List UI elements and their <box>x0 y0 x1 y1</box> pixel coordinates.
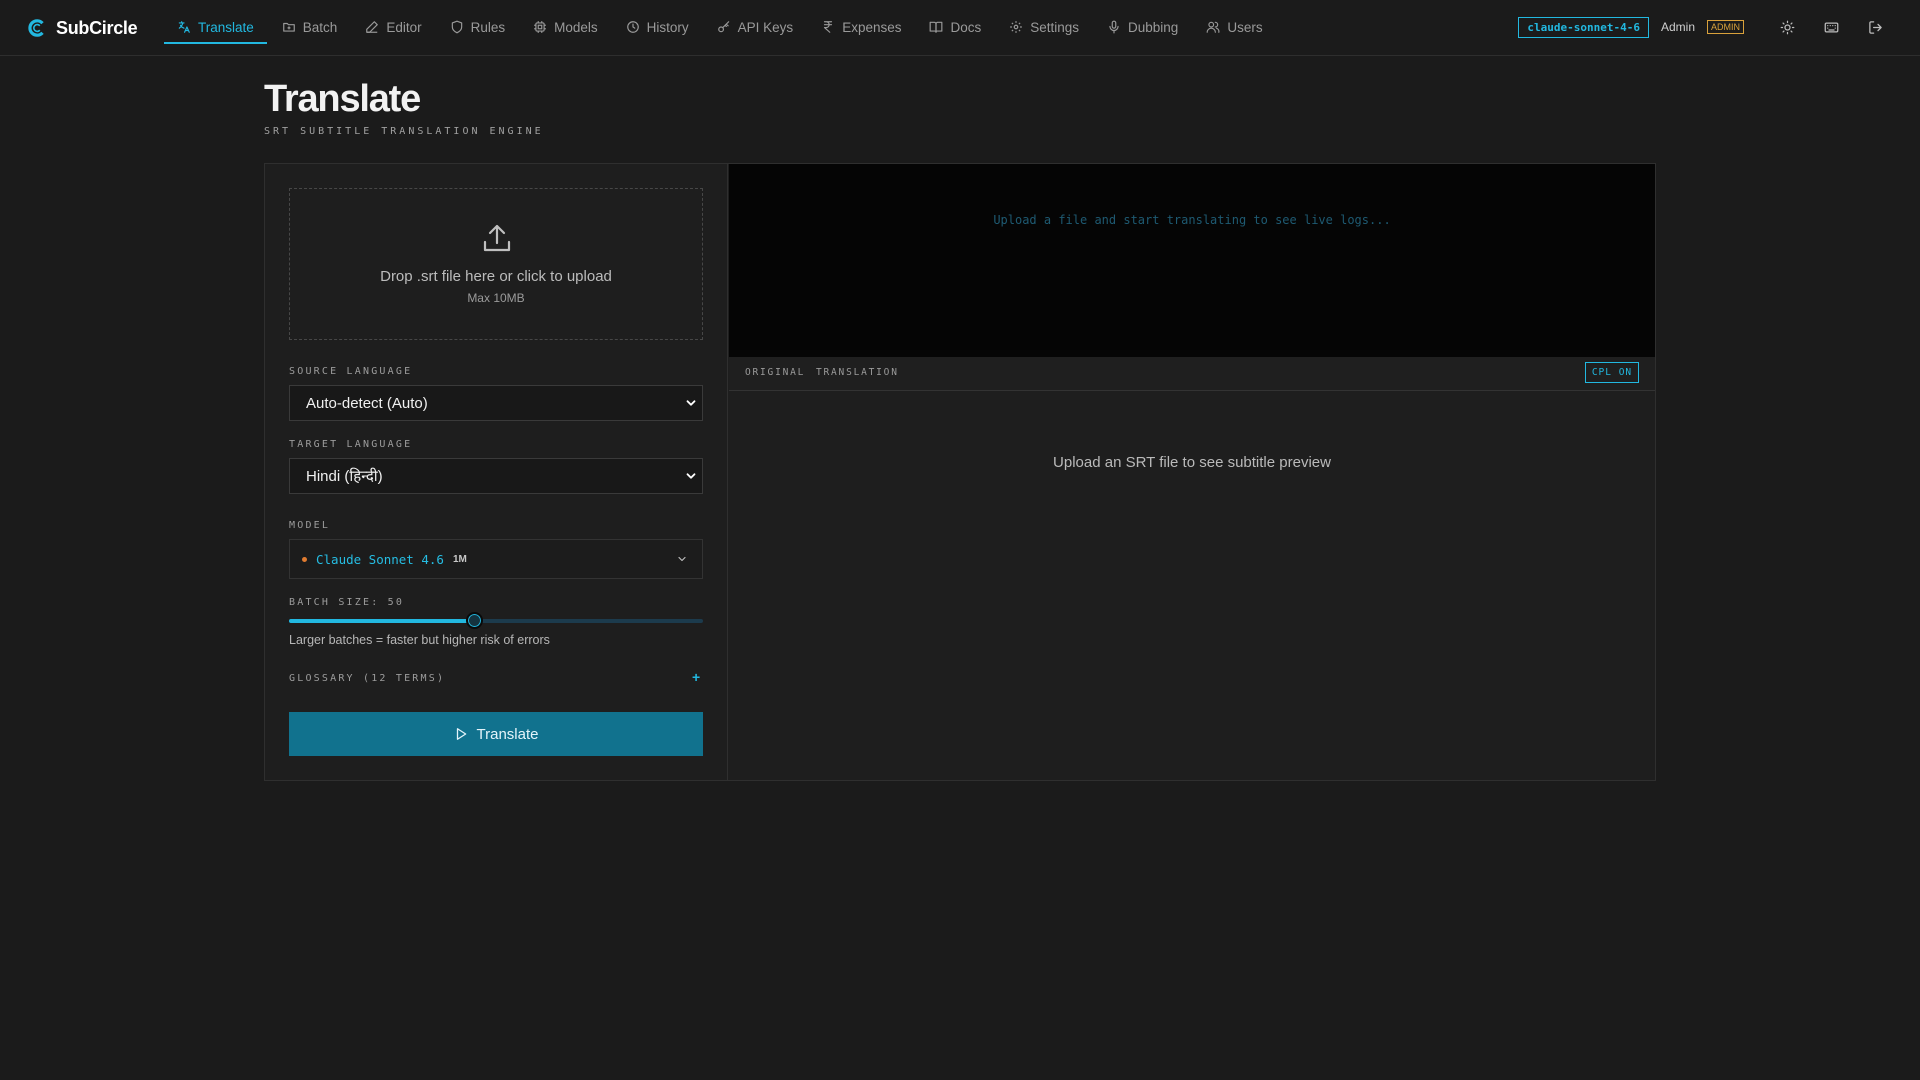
source-language-label: SOURCE LANGUAGE <box>289 366 413 377</box>
nav-users[interactable]: Users <box>1193 12 1275 44</box>
batch-size-slider-thumb[interactable] <box>466 612 484 629</box>
theme-toggle-button[interactable] <box>1772 12 1802 42</box>
circle-logo-icon <box>28 19 44 37</box>
translate-button[interactable]: Translate <box>289 712 703 756</box>
logout-button[interactable] <box>1860 12 1890 42</box>
mic-icon <box>1109 20 1119 34</box>
keyboard-icon <box>1824 22 1838 32</box>
tab-translation[interactable]: TRANSLATION <box>816 367 899 378</box>
translate-card: Drop .srt file here or click to upload M… <box>264 163 1656 781</box>
model-status-dot <box>302 556 307 562</box>
glossary-label: GLOSSARY (12 TERMS) <box>289 673 446 684</box>
nav-settings[interactable]: Settings <box>996 12 1092 44</box>
nav-api-keys-label: API Keys <box>737 19 794 35</box>
dropzone-prompt: Drop .srt file here or click to upload <box>380 268 612 285</box>
gear-icon <box>1010 21 1023 33</box>
key-icon <box>717 21 729 33</box>
sun-icon <box>1780 20 1794 34</box>
app-name: SubCircle <box>56 17 138 38</box>
keyboard-shortcuts-button[interactable] <box>1816 12 1846 42</box>
top-nav-bar: SubCircle Translate Batch Editor Rules M… <box>0 0 1920 56</box>
chevron-down-icon <box>686 473 696 479</box>
batch-size-help: Larger batches = faster but higher risk … <box>289 633 550 647</box>
nav-translate[interactable]: Translate <box>164 12 267 44</box>
nav-rules-label: Rules <box>470 19 506 35</box>
nav-models[interactable]: Models <box>520 12 611 44</box>
batch-size-slider-fill <box>289 619 475 623</box>
active-model-badge[interactable]: claude-sonnet-4-6 <box>1518 16 1649 38</box>
nav-dubbing[interactable]: Dubbing <box>1094 12 1191 44</box>
book-icon <box>930 21 943 33</box>
play-icon <box>456 728 466 740</box>
cpl-toggle-button[interactable]: CPL ON <box>1585 362 1639 383</box>
live-log-console[interactable]: Upload a file and start translating to s… <box>729 164 1655 357</box>
nav-translate-label: Translate <box>198 19 254 35</box>
batch-size-label: BATCH SIZE: 50 <box>289 597 405 608</box>
header-actions: claude-sonnet-4-6 Admin ADMIN <box>1518 16 1890 38</box>
preview-empty-state: Upload an SRT file to see subtitle previ… <box>1053 454 1331 471</box>
target-language-select[interactable]: Hindi (हिन्दी) <box>289 458 703 494</box>
nav-history[interactable]: History <box>613 12 702 44</box>
logout-icon <box>1868 20 1882 34</box>
folder-icon <box>282 22 295 32</box>
chevron-down-icon <box>686 400 696 406</box>
settings-panel: Drop .srt file here or click to upload M… <box>265 164 728 780</box>
target-language-label: TARGET LANGUAGE <box>289 439 413 450</box>
log-placeholder: Upload a file and start translating to s… <box>993 213 1391 227</box>
user-name: Admin <box>1660 20 1695 34</box>
app-logo[interactable]: SubCircle <box>27 15 138 41</box>
preview-tabs: ORIGINAL TRANSLATION CPL ON <box>729 357 1655 391</box>
nav-dubbing-label: Dubbing <box>1128 19 1179 35</box>
role-badge: ADMIN <box>1707 20 1744 34</box>
output-panel: Upload a file and start translating to s… <box>729 164 1655 780</box>
languages-icon <box>178 21 190 33</box>
upload-icon <box>483 224 511 252</box>
users-icon <box>1206 21 1220 33</box>
tab-original[interactable]: ORIGINAL <box>745 367 805 378</box>
page-subtitle: SRT SUBTITLE TRANSLATION ENGINE <box>264 126 544 137</box>
source-language-value: Auto-detect (Auto) <box>306 394 428 412</box>
target-language-value: Hindi (हिन्दी) <box>306 468 383 485</box>
nav-docs-label: Docs <box>950 19 982 35</box>
batch-size-slider[interactable] <box>289 612 703 629</box>
model-name: Claude Sonnet 4.6 <box>316 551 444 567</box>
nav-models-label: Models <box>554 19 598 35</box>
nav-history-label: History <box>646 19 689 35</box>
nav-api-keys[interactable]: API Keys <box>704 12 807 44</box>
file-dropzone[interactable]: Drop .srt file here or click to upload M… <box>289 188 703 340</box>
nav-batch[interactable]: Batch <box>269 12 351 44</box>
chevron-down-icon <box>678 556 686 562</box>
cpu-icon <box>534 21 546 33</box>
translate-button-label: Translate <box>476 725 539 743</box>
page-title: Translate <box>264 78 421 120</box>
main-nav: Translate Batch Editor Rules Models Hist… <box>164 12 1278 44</box>
nav-editor-label: Editor <box>386 19 422 35</box>
nav-expenses-label: Expenses <box>842 19 902 35</box>
source-language-select[interactable]: Auto-detect (Auto) <box>289 385 703 421</box>
nav-rules[interactable]: Rules <box>437 12 519 44</box>
shield-icon <box>451 20 462 34</box>
dropzone-limit: Max 10MB <box>467 291 525 305</box>
add-glossary-term-button[interactable]: + <box>692 669 700 685</box>
nav-expenses[interactable]: Expenses <box>808 12 914 44</box>
model-label: MODEL <box>289 520 331 531</box>
model-select[interactable]: Claude Sonnet 4.6 1M <box>289 539 703 579</box>
nav-batch-label: Batch <box>302 19 338 35</box>
nav-users-label: Users <box>1227 19 1263 35</box>
rupee-icon <box>824 21 833 33</box>
clock-icon <box>626 21 639 33</box>
model-context-size: 1M <box>452 553 467 565</box>
pencil-icon <box>366 21 379 33</box>
nav-editor[interactable]: Editor <box>352 12 434 44</box>
nav-settings-label: Settings <box>1030 19 1080 35</box>
nav-docs[interactable]: Docs <box>916 12 994 44</box>
